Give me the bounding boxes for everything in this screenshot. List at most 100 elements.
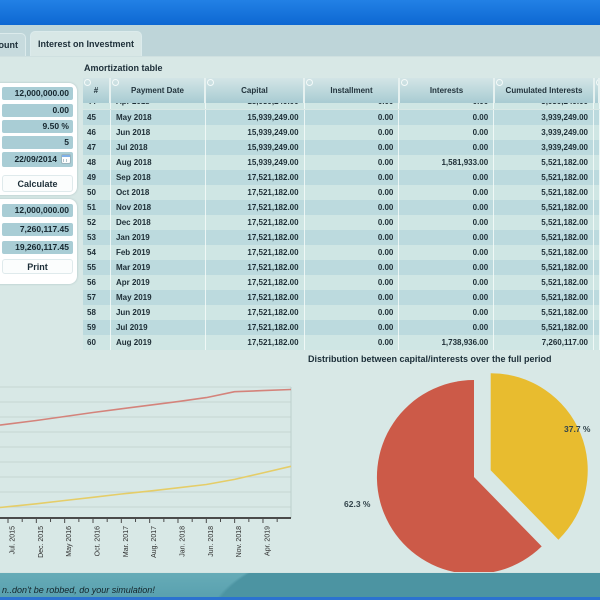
calculate-button[interactable]: Calculate	[2, 175, 73, 192]
table-row[interactable]: 46Jun 201815,939,249.000.000.003,939,249…	[83, 125, 600, 140]
table-row[interactable]: 48Aug 201815,939,249.000.001,581,933.005…	[83, 155, 600, 170]
cell: 5,521,182.00	[494, 170, 594, 185]
column-handle-icon[interactable]	[496, 79, 503, 86]
cell: 53	[83, 230, 111, 245]
cell: Mar 2019	[111, 260, 206, 275]
cell: 5,521,182.00	[494, 275, 594, 290]
rate-field[interactable]: 9.50 %	[2, 120, 73, 133]
cell: Aug 2018	[111, 155, 206, 170]
table-row[interactable]: 58Jun 201917,521,182.000.000.005,521,182…	[83, 305, 600, 320]
cell	[594, 245, 600, 260]
table-row[interactable]: 47Jul 201815,939,249.000.000.003,939,249…	[83, 140, 600, 155]
cell	[594, 320, 600, 335]
column-header-label: Payment Date	[131, 86, 184, 95]
cell	[594, 230, 600, 245]
x-tick-label: Jan. 2018	[179, 526, 186, 557]
table-row[interactable]: 59Jul 201917,521,182.000.000.005,521,182…	[83, 320, 600, 335]
cell: 15,939,249.00	[206, 140, 305, 155]
cell: Dec 2018	[111, 215, 206, 230]
tab-loan-amount[interactable]: mount	[0, 33, 26, 56]
column-handle-icon[interactable]	[84, 79, 91, 86]
cell: Jan 2019	[111, 230, 206, 245]
cell: Jun 2019	[111, 305, 206, 320]
column-header[interactable]: Installment	[305, 78, 400, 103]
column-header-label: Cumulated Interests	[506, 86, 583, 95]
print-button[interactable]: Print	[2, 259, 73, 274]
cell: 17,521,182.00	[206, 260, 305, 275]
cell: 44	[83, 103, 111, 109]
cell: 0.00	[305, 260, 400, 275]
cell: 0.00	[399, 200, 494, 215]
calendar-icon[interactable]	[61, 154, 71, 164]
cell: 5,521,182.00	[494, 155, 594, 170]
cell: 48	[83, 155, 111, 170]
cell: 60	[83, 335, 111, 350]
cell: 0.00	[399, 290, 494, 305]
table-row[interactable]: 44Apr 201815,939,249.000.000.003,939,249…	[83, 103, 600, 109]
cell: Jul 2019	[111, 320, 206, 335]
table-row[interactable]: 50Oct 201817,521,182.000.000.005,521,182…	[83, 185, 600, 200]
start-date-field[interactable]: 22/09/2014	[2, 152, 73, 167]
column-header[interactable]: Interests	[400, 78, 495, 103]
tab-interest-on-investment[interactable]: Interest on Investment	[30, 31, 142, 56]
table-row[interactable]: 55Mar 201917,521,182.000.000.005,521,182…	[83, 260, 600, 275]
table-row[interactable]: 49Sep 201817,521,182.000.000.005,521,182…	[83, 170, 600, 185]
cell: 51	[83, 200, 111, 215]
cell: 49	[83, 170, 111, 185]
application-window: mount Interest on Investment 12,000,000.…	[0, 0, 600, 600]
cell: Jun 2018	[111, 125, 206, 140]
cell: 5,521,182.00	[494, 320, 594, 335]
cell: 57	[83, 290, 111, 305]
column-header[interactable]: Cumulated Interests	[495, 78, 595, 103]
column-header[interactable]	[595, 78, 600, 103]
cell	[594, 103, 600, 109]
pie-label-capital: 62.3 %	[344, 499, 370, 509]
cell: 5,521,182.00	[494, 200, 594, 215]
cell: 54	[83, 245, 111, 260]
table-row[interactable]: 60Aug 201917,521,182.000.001,738,936.007…	[83, 335, 600, 350]
column-header[interactable]: Capital	[206, 78, 305, 103]
start-date-value: 22/09/2014	[14, 154, 57, 164]
x-tick-label: Oct. 2016	[94, 526, 101, 556]
amount-field[interactable]: 12,000,000.00	[2, 87, 73, 100]
table-row[interactable]: 52Dec 201817,521,182.000.000.005,521,182…	[83, 215, 600, 230]
result-total-field: 19,260,117.45	[2, 241, 73, 254]
table-row[interactable]: 57May 201917,521,182.000.000.005,521,182…	[83, 290, 600, 305]
secondary-amount-field[interactable]: 0.00	[2, 104, 73, 117]
column-header[interactable]: Payment Date	[111, 78, 206, 103]
cell: 15,939,249.00	[206, 110, 305, 125]
cell	[594, 155, 600, 170]
column-handle-icon[interactable]	[401, 79, 408, 86]
table-row[interactable]: 45May 201815,939,249.000.000.003,939,249…	[83, 110, 600, 125]
title-bar	[0, 0, 600, 25]
cell: 5,521,182.00	[494, 230, 594, 245]
cell: 5,521,182.00	[494, 260, 594, 275]
cell: 50	[83, 185, 111, 200]
column-handle-icon[interactable]	[596, 79, 600, 86]
pie-label-interests: 37.7 %	[564, 424, 590, 434]
cell: 46	[83, 125, 111, 140]
cell: Apr 2019	[111, 275, 206, 290]
table-header: # Payment Date Capital InstallmentInterests…	[83, 78, 600, 103]
table-row[interactable]: 53Jan 201917,521,182.000.000.005,521,182…	[83, 230, 600, 245]
table-body: 45May 201815,939,249.000.000.003,939,249…	[83, 110, 600, 350]
cell	[594, 140, 600, 155]
cell: 52	[83, 215, 111, 230]
cell: 0.00	[399, 215, 494, 230]
cell	[594, 200, 600, 215]
cell	[594, 275, 600, 290]
cell: 1,738,936.00	[399, 335, 494, 350]
column-header[interactable]: #	[83, 78, 111, 103]
table-row[interactable]: 56Apr 201917,521,182.000.000.005,521,182…	[83, 275, 600, 290]
cell: 15,939,249.00	[206, 103, 305, 109]
duration-field[interactable]: 5	[2, 136, 73, 149]
cell: 1,581,933.00	[399, 155, 494, 170]
column-header-label: Capital	[241, 86, 268, 95]
table-row[interactable]: 54Feb 201917,521,182.000.000.005,521,182…	[83, 245, 600, 260]
table-row[interactable]: 51Nov 201817,521,182.000.000.005,521,182…	[83, 200, 600, 215]
column-handle-icon[interactable]	[306, 79, 313, 86]
cell: 0.00	[399, 185, 494, 200]
column-handle-icon[interactable]	[207, 79, 214, 86]
column-handle-icon[interactable]	[112, 79, 119, 86]
cell: 0.00	[305, 230, 400, 245]
